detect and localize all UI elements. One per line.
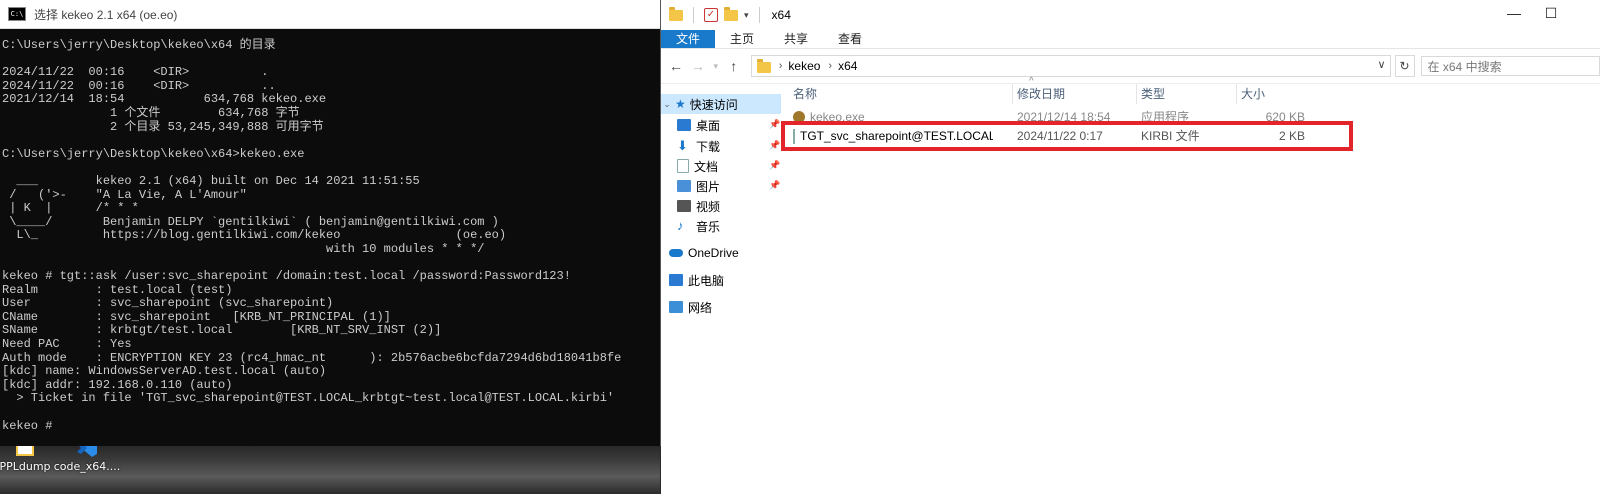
nav-label: 音乐 [696, 219, 721, 234]
nav-this-pc[interactable]: 此电脑 [669, 270, 724, 290]
tab-view[interactable]: 查看 [823, 30, 877, 48]
divider [758, 7, 760, 23]
quick-access-toolbar: ✓ ▾ [669, 6, 764, 23]
explorer-titlebar[interactable]: ✓ ▾ x64 — ☐ [661, 0, 1600, 30]
star-icon: ★ [675, 97, 686, 111]
videos-icon [677, 200, 691, 212]
new-folder-icon[interactable] [724, 6, 738, 21]
nav-label: OneDrive [688, 246, 739, 260]
desktop-icon-label: PPLdump [0, 460, 51, 473]
chevron-right-icon[interactable]: › [828, 60, 832, 72]
download-icon: ⬇ [677, 138, 688, 153]
breadcrumb-x64[interactable]: x64 [838, 59, 857, 73]
navigation-pane: ⌄ ★ 快速访问 桌面 📌 ⬇ 下载 📌 文档 📌 图片 📌 视频 ♪ 音乐 O… [661, 84, 781, 484]
tab-home[interactable]: 主页 [715, 30, 769, 48]
desktop-icon [677, 119, 691, 131]
nav-quick-access[interactable]: ⌄ ★ 快速访问 [661, 94, 781, 114]
search-placeholder: 在 x64 中搜索 [1427, 59, 1502, 74]
console-output[interactable]: C:\Users\jerry\Desktop\kekeo\x64 的目录 202… [0, 29, 660, 433]
nav-label: 视频 [696, 199, 721, 214]
nav-label: 网络 [688, 300, 713, 315]
tab-file[interactable]: 文件 [661, 30, 716, 48]
pin-icon[interactable]: 📌 [769, 160, 780, 171]
recent-locations-icon[interactable]: ▾ [709, 61, 723, 72]
nav-item-desktop[interactable]: 桌面 [677, 115, 720, 135]
ribbon-tabs: 文件 主页 共享 查看 [661, 30, 1600, 49]
customize-toolbar-icon[interactable]: ▾ [744, 10, 749, 21]
minimize-button[interactable]: — [1504, 5, 1524, 21]
network-icon [669, 301, 683, 313]
computer-icon [669, 274, 683, 286]
console-title: 选择 kekeo 2.1 x64 (oe.eo) [34, 7, 178, 22]
address-bar[interactable]: › kekeo › x64 ∨ [750, 55, 1391, 77]
nav-label: 文档 [694, 159, 719, 174]
breadcrumb-kekeo[interactable]: kekeo [788, 59, 820, 73]
tab-share[interactable]: 共享 [769, 30, 823, 48]
console-window[interactable]: C:\ 选择 kekeo 2.1 x64 (oe.eo) C:\Users\je… [0, 0, 661, 446]
column-date[interactable]: 修改日期 [1013, 84, 1137, 104]
explorer-title: x64 [771, 8, 791, 22]
chevron-down-icon[interactable]: ∨ [1378, 58, 1386, 71]
chevron-right-icon[interactable]: › [779, 60, 783, 72]
pictures-icon [677, 180, 691, 192]
up-arrow-icon[interactable]: ↑ [723, 58, 745, 74]
nav-item-downloads[interactable]: ⬇ 下载 [677, 136, 720, 156]
pin-icon[interactable]: 📌 [769, 140, 780, 151]
nav-label: 图片 [696, 179, 721, 194]
folder-icon [669, 6, 683, 21]
properties-icon[interactable]: ✓ [704, 8, 718, 22]
nav-item-pictures[interactable]: 图片 [677, 176, 720, 196]
nav-network[interactable]: 网络 [669, 297, 712, 317]
nav-onedrive[interactable]: OneDrive [669, 243, 739, 263]
folder-icon [756, 59, 771, 73]
cmd-icon: C:\ [8, 7, 26, 21]
chevron-down-icon[interactable]: ⌄ [661, 99, 673, 110]
nav-label: 桌面 [696, 118, 721, 133]
desktop-icon-label: code_x64.... [53, 460, 121, 473]
pin-icon[interactable]: 📌 [769, 180, 780, 191]
refresh-icon[interactable]: ↻ [1394, 55, 1415, 77]
column-size[interactable]: 大小 [1237, 84, 1307, 104]
documents-icon [677, 159, 689, 173]
nav-label: 此电脑 [688, 273, 725, 288]
back-arrow-icon[interactable]: ← [665, 58, 687, 74]
cloud-icon [669, 249, 683, 257]
highlight-annotation-box [781, 121, 1353, 151]
forward-arrow-icon[interactable]: → [687, 58, 709, 74]
search-input[interactable]: 在 x64 中搜索 [1420, 56, 1600, 76]
address-row: ← → ▾ ↑ › kekeo › x64 ∨ ↻ 在 x64 中搜索 [661, 49, 1600, 84]
console-titlebar[interactable]: C:\ 选择 kekeo 2.1 x64 (oe.eo) [0, 0, 660, 29]
nav-label: 快速访问 [689, 97, 738, 112]
explorer-window[interactable]: ✓ ▾ x64 — ☐ 文件 主页 共享 查看 ← → ▾ ↑ › kekeo … [661, 0, 1600, 494]
nav-item-documents[interactable]: 文档 [677, 156, 718, 176]
nav-item-videos[interactable]: 视频 [677, 196, 720, 216]
divider [693, 7, 694, 23]
nav-label: 下载 [696, 139, 721, 154]
nav-item-music[interactable]: ♪ 音乐 [677, 216, 720, 236]
pin-icon[interactable]: 📌 [769, 119, 780, 130]
column-name[interactable]: 名称 [789, 84, 1013, 104]
column-type[interactable]: 类型 [1137, 84, 1237, 104]
maximize-button[interactable]: ☐ [1541, 5, 1561, 22]
music-icon: ♪ [677, 218, 684, 233]
